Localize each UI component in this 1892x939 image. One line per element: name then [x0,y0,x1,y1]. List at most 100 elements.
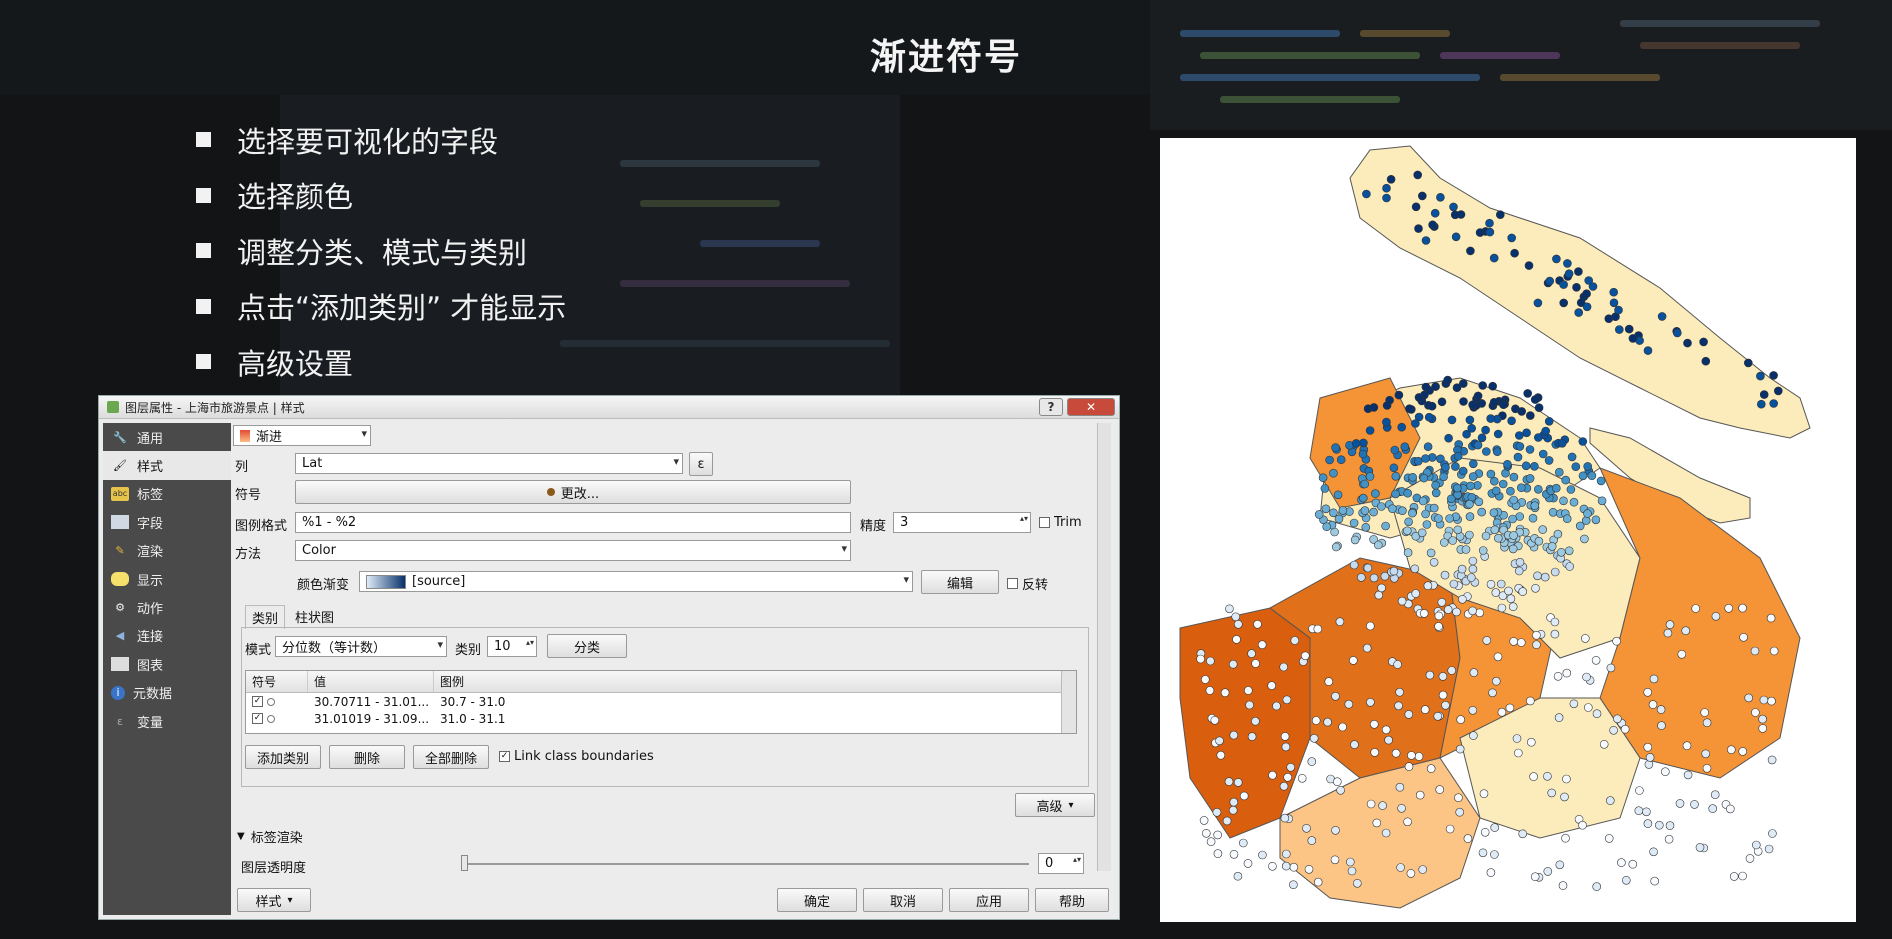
link-boundaries-box[interactable]: ✓ [499,751,510,762]
point-marker [1739,632,1748,642]
point-marker [1643,346,1653,355]
delete-all-button[interactable]: 全部删除 [413,745,489,769]
cancel-button[interactable]: 取消 [863,888,943,912]
invert-checkbox-box[interactable] [1007,578,1018,589]
point-marker [1468,472,1478,481]
style-menu-button[interactable]: 样式 ▾ [237,888,311,912]
point-marker [1562,668,1572,678]
point-marker [1508,544,1518,554]
mode-select[interactable]: 分位数（等计数） [275,636,447,657]
sidebar-item-variables[interactable]: ε 变量 [103,707,231,735]
point-marker [1533,484,1543,494]
edit-ramp-button[interactable]: 编辑 [921,570,999,594]
point-marker [1551,483,1561,493]
point-marker [1257,640,1267,650]
point-marker [1403,488,1412,498]
point-marker [1768,829,1777,838]
sidebar-item-general[interactable]: 🔧 通用 [103,423,231,451]
opacity-slider-track[interactable] [461,863,1029,865]
point-marker [1702,763,1712,773]
point-marker [1455,744,1465,754]
sidebar-item-diagrams[interactable]: 图表 [103,650,231,678]
sidebar-item-fields[interactable]: 字段 [103,508,231,536]
method-select[interactable]: Color [295,540,851,561]
trim-checkbox-box[interactable] [1039,517,1050,528]
point-marker [1396,863,1405,872]
point-marker [1513,748,1523,758]
point-marker [1239,838,1248,848]
sidebar-item-display[interactable]: 显示 [103,565,231,593]
classify-button[interactable]: 分类 [547,634,627,658]
sidebar-item-joins[interactable]: ◀ 连接 [103,622,231,650]
link-boundaries-checkbox[interactable]: ✓ Link class boundaries [499,749,654,764]
point-marker [1628,859,1638,869]
sidebar-item-rendering[interactable]: ✎ 渲染 [103,537,231,565]
point-marker [1322,522,1331,532]
help-button[interactable]: 帮助 [1035,888,1109,912]
point-marker [1419,473,1429,483]
trim-checkbox[interactable]: Trim [1039,515,1082,530]
shanghai-choropleth-map [1179,145,1811,909]
point-marker [1724,603,1734,613]
point-marker [1556,547,1566,557]
main-scrollbar[interactable] [1097,423,1111,871]
apply-button[interactable]: 应用 [949,888,1029,912]
ok-button[interactable]: 确定 [777,888,857,912]
opacity-spinbox[interactable]: 0 [1038,853,1084,874]
point-marker [1550,629,1560,639]
column-header-value[interactable]: 值 [308,671,434,692]
point-marker [1510,248,1519,258]
column-header-symbol[interactable]: 符号 [246,671,308,692]
legend-format-field[interactable]: %1 - %2 [295,512,851,533]
column-select[interactable]: Lat [295,453,683,474]
point-marker [1518,829,1528,839]
point-marker [1488,381,1498,391]
point-marker [1323,717,1332,727]
point-marker [1415,790,1425,800]
tab-histogram[interactable]: 柱状图 [289,605,340,628]
table-row[interactable]: ✓ 31.01019 - 31.09... 31.0 - 31.1 [246,710,1076,727]
table-row[interactable]: ✓ 30.70711 - 31.01... 30.7 - 31.0 [246,693,1076,710]
close-button[interactable]: ✕ [1067,398,1115,416]
add-class-button[interactable]: 添加类别 [245,745,321,769]
row-visible-checkbox[interactable]: ✓ [252,713,263,724]
delete-class-button[interactable]: 删除 [329,745,405,769]
point-marker [1362,643,1372,653]
tab-classes[interactable]: 类别 [245,605,286,629]
opacity-slider-handle[interactable] [461,855,468,871]
column-header-legend[interactable]: 图例 [434,671,1062,692]
change-symbol-button[interactable]: 更改... [295,480,851,504]
properties-sidebar: 🔧 通用 🖌 样式 abc 标签 字段 ✎ 渲染 显示 ⚙ 动作 ◀ 连接 图表 i 元数据 … [103,423,231,915]
point-marker [1434,514,1443,523]
invert-checkbox[interactable]: 反转 [1007,574,1048,593]
point-marker [1482,636,1492,645]
row-visible-checkbox[interactable]: ✓ [252,696,263,707]
point-marker [1419,609,1429,618]
sidebar-item-labels[interactable]: abc 标签 [103,480,231,508]
point-marker [1206,837,1216,847]
layer-rendering-section[interactable]: ▼ 标签渲染 [237,827,303,846]
classes-count-spinbox[interactable]: 10 [487,636,537,657]
point-marker [1466,481,1475,491]
point-marker [1366,697,1375,707]
table-scrollbar[interactable] [1061,671,1076,733]
titlebar-help-button[interactable]: ? [1039,398,1063,416]
expression-button[interactable]: ε [689,452,713,476]
point-marker [1766,613,1776,623]
renderer-type-select[interactable]: 渐进 [233,425,371,446]
point-marker [1344,699,1354,709]
point-marker [1435,785,1445,794]
sidebar-item-style[interactable]: 🖌 样式 [103,451,231,480]
point-marker [1405,404,1414,414]
sidebar-item-actions[interactable]: ⚙ 动作 [103,593,231,621]
point-marker [1628,334,1638,343]
precision-spinbox[interactable]: 3 [893,512,1031,533]
point-marker [1447,415,1457,425]
color-ramp-select[interactable]: [source] [359,571,913,592]
dialog-titlebar[interactable]: 图层属性 - 上海市旅游景点 | 样式 ? ✕ [99,396,1119,419]
point-marker [1334,514,1344,524]
advanced-button[interactable]: 高级 ▾ [1015,793,1095,817]
point-marker [1525,696,1535,706]
classes-table[interactable]: 符号 值 图例 ✓ 30.70711 - 31.01... 30.7 - 31.… [245,670,1077,734]
sidebar-item-metadata[interactable]: i 元数据 [103,679,231,707]
